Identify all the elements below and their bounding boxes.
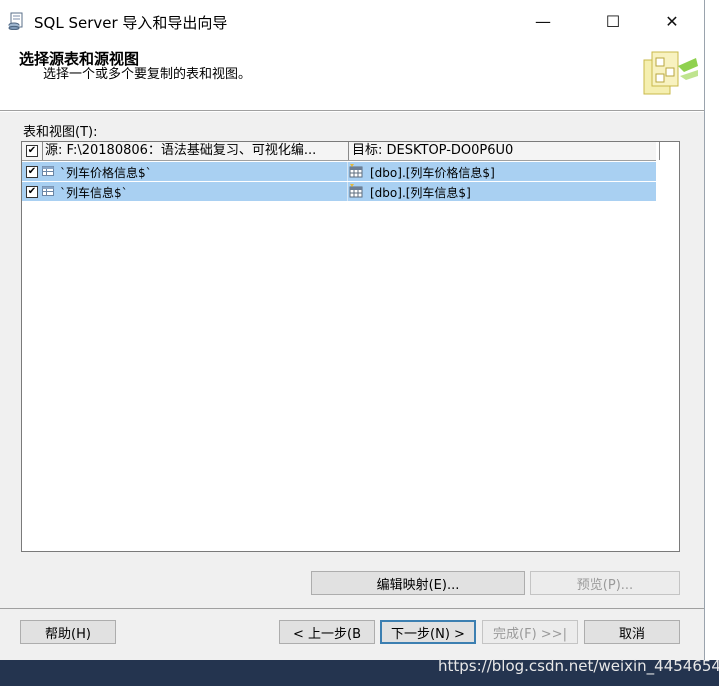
app-icon [8,12,23,30]
maximize-icon: ☐ [605,11,621,31]
next-button[interactable]: 下一步(N) > [380,620,476,644]
title-bar[interactable]: SQL Server 导入和导出向导 — ☐ ✕ [0,0,704,42]
back-button[interactable]: < 上一步(B [279,620,375,644]
row-divider [347,162,348,181]
header-separator [0,111,704,112]
finish-button[interactable]: 完成(F) >>| [482,620,578,644]
help-button[interactable]: 帮助(H) [20,620,116,644]
wizard-window: SQL Server 导入和导出向导 — ☐ ✕ 选择源表和源视图 选择一个或多… [0,0,705,660]
edit-mapping-button[interactable]: 编辑映射(E)... [311,571,525,595]
row-checkbox[interactable]: ✔ [26,166,38,178]
row-source: `列车价格信息$` [60,166,152,180]
cancel-button[interactable]: 取消 [584,620,680,644]
source-column-header[interactable]: 源: F:\20180806：语法基础复习、可视化编... [43,142,349,160]
wizard-header: 选择源表和源视图 选择一个或多个要复制的表和视图。 [0,42,704,111]
row-target[interactable]: [dbo].[列车信息$] [370,184,471,201]
close-icon: ✕ [665,11,679,31]
target-column-header[interactable]: 目标: DESKTOP-DO0P6U0 [348,142,660,160]
minimize-button[interactable]: — [520,0,566,42]
footer-separator [0,608,704,609]
table-icon [42,186,54,196]
watermark-text: https://blog.csdn.net/weixin_44546549 [438,657,719,675]
page-subtitle: 选择一个或多个要复制的表和视图。 [43,67,252,82]
header-select-all[interactable]: ✔ [22,142,43,160]
row-divider [347,182,348,201]
select-all-checkbox[interactable]: ✔ [26,145,38,157]
row-checkbox[interactable]: ✔ [26,186,38,198]
row-target[interactable]: [dbo].[列车价格信息$] [370,164,495,181]
grid-header: ✔ 源: F:\20180806：语法基础复习、可视化编... 目标: DESK… [22,142,660,161]
close-button[interactable]: ✕ [649,0,695,42]
wizard-graphic-icon [643,51,698,95]
destination-table-icon [349,164,363,178]
destination-table-icon [349,184,363,198]
table-row[interactable]: ✔ `列车信息$` [dbo].[列车信息$] [22,182,656,201]
table-icon [42,166,54,176]
tables-views-label: 表和视图(T): [23,125,98,140]
tables-grid[interactable]: ✔ 源: F:\20180806：语法基础复习、可视化编... 目标: DESK… [21,141,680,552]
minimize-icon: — [535,11,551,31]
table-row[interactable]: ✔ `列车价格信息$` [dbo].[列车价格信息$] [22,162,656,181]
window-title: SQL Server 导入和导出向导 [34,14,228,32]
maximize-button[interactable]: ☐ [590,0,636,42]
preview-button[interactable]: 预览(P)... [530,571,680,595]
row-source: `列车信息$` [60,186,128,200]
